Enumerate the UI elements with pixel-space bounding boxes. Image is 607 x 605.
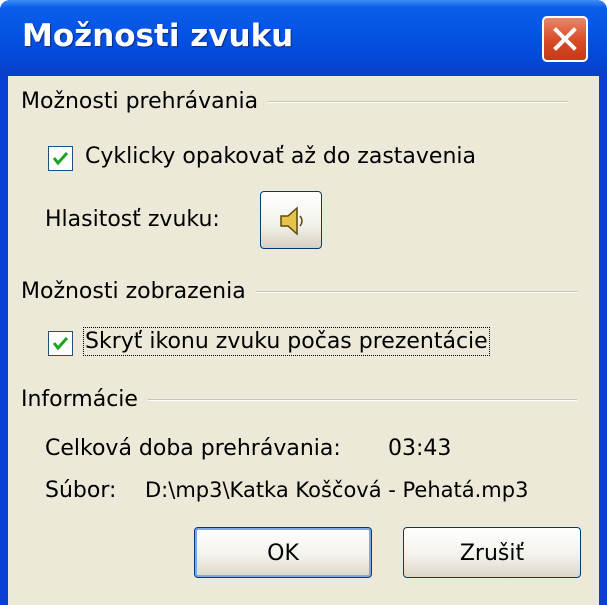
duration-value: 03:43	[388, 436, 452, 461]
information-group: Informácie	[21, 387, 577, 412]
file-label: Súbor:	[45, 478, 117, 503]
display-options-group: Možnosti zobrazenia	[21, 279, 578, 304]
separator	[147, 398, 577, 401]
checkmark-icon	[52, 336, 69, 351]
checkmark-icon	[52, 151, 69, 166]
file-value: D:\mp3\Katka Koščová - Pehatá.mp3	[145, 478, 529, 502]
separator	[268, 100, 569, 103]
loop-checkbox-label[interactable]: Cyklicky opakovať až do zastavenia	[85, 144, 476, 169]
hide-icon-checkbox[interactable]	[48, 331, 73, 356]
speaker-icon	[280, 206, 303, 236]
cancel-button[interactable]: Zrušiť	[403, 527, 581, 578]
information-heading: Informácie	[21, 387, 138, 412]
loop-checkbox[interactable]	[48, 146, 73, 171]
title-bar[interactable]: Možnosti zvuku	[0, 0, 607, 76]
display-options-heading: Možnosti zobrazenia	[21, 279, 246, 304]
close-button[interactable]	[542, 16, 588, 62]
volume-label: Hlasitosť zvuku:	[45, 207, 220, 232]
separator	[255, 290, 578, 293]
duration-label: Celková doba prehrávania:	[45, 436, 341, 461]
sound-options-dialog: Možnosti zvuku Možnosti prehrávania Cykl…	[0, 0, 607, 605]
dialog-title: Možnosti zvuku	[22, 18, 294, 54]
hide-icon-checkbox-label[interactable]: Skryť ikonu zvuku počas prezentácie	[83, 327, 490, 356]
ok-button[interactable]: OK	[194, 527, 372, 578]
playback-options-group: Možnosti prehrávania	[21, 89, 569, 114]
dialog-body: Možnosti prehrávania Cyklicky opakovať a…	[8, 76, 599, 605]
playback-options-heading: Možnosti prehrávania	[21, 89, 259, 114]
close-icon	[553, 27, 577, 51]
volume-button[interactable]	[260, 191, 322, 249]
